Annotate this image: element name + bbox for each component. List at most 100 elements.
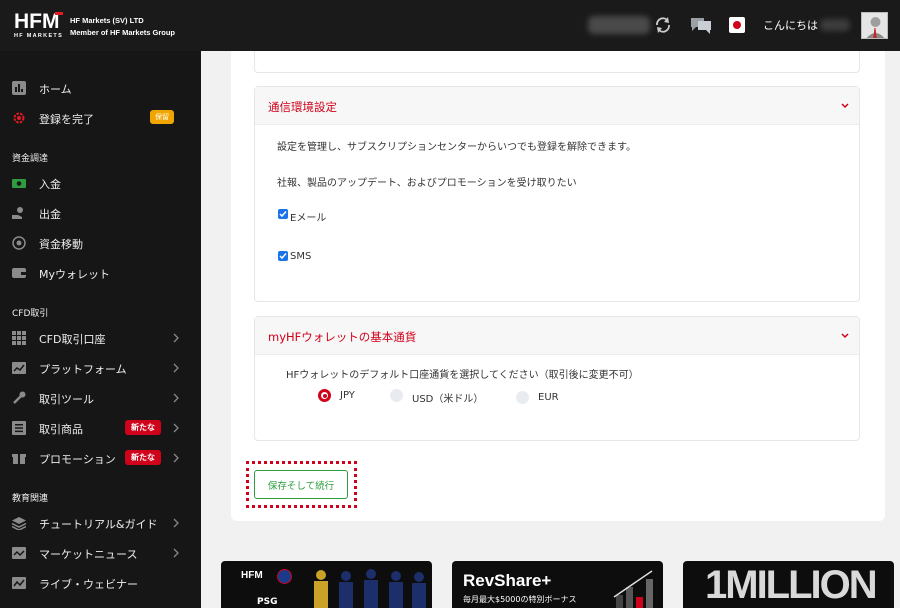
greeting-text: こんにちは bbox=[763, 19, 818, 32]
panel-title: 通信環境設定 bbox=[268, 100, 337, 114]
chevron-right-icon bbox=[173, 393, 179, 403]
logo-mark: HFM bbox=[14, 10, 60, 33]
sidebar-item-promotions[interactable]: プロモーション 新たな bbox=[0, 444, 201, 472]
chevron-right-icon bbox=[173, 363, 179, 373]
radio-label-jpy[interactable]: JPY bbox=[340, 390, 355, 401]
top-bar: HFM HF MARKETS HF Markets (SV) LTD Membe… bbox=[0, 0, 900, 51]
company-name: HF Markets (SV) LTD bbox=[70, 16, 144, 25]
section-title-funding: 資金調達 bbox=[12, 154, 49, 164]
promo-banner-million[interactable]: 1MILLION bbox=[683, 561, 894, 608]
sidebar-item-my-wallet[interactable]: Myウォレット bbox=[0, 259, 201, 287]
chevron-right-icon bbox=[173, 453, 179, 463]
sidebar: ホーム 登録を完了 保留 資金調達 入金 出金 資金移動 Myウォレット CFD… bbox=[0, 51, 201, 608]
transfer-icon bbox=[12, 236, 26, 250]
sidebar-item-label: ホーム bbox=[39, 83, 72, 96]
sidebar-item-home[interactable]: ホーム bbox=[0, 74, 201, 102]
sidebar-item-tutorials[interactable]: チュートリアル&ガイド bbox=[0, 509, 201, 537]
sidebar-item-label: 取引商品 bbox=[39, 423, 83, 436]
sidebar-item-deposit[interactable]: 入金 bbox=[0, 169, 201, 197]
chart-line-icon bbox=[12, 362, 26, 374]
chat-icon[interactable] bbox=[689, 15, 713, 35]
section-title-education: 教育関連 bbox=[12, 494, 49, 504]
sidebar-item-label: 出金 bbox=[39, 208, 61, 221]
avatar[interactable] bbox=[861, 12, 888, 39]
banner-text: PSG bbox=[257, 597, 278, 607]
status-badge: 保留 bbox=[150, 110, 174, 124]
bar-chart-icon bbox=[12, 81, 26, 95]
radio-jpy[interactable] bbox=[318, 389, 331, 402]
sidebar-item-label: チュートリアル&ガイド bbox=[39, 518, 158, 531]
account-number-blurred bbox=[588, 16, 650, 34]
hfm-logo[interactable]: HFM HF MARKETS bbox=[14, 10, 64, 39]
communication-preferences-panel: 通信環境設定 bbox=[254, 86, 860, 302]
grid-icon bbox=[12, 331, 26, 345]
psg-crest-icon bbox=[277, 569, 292, 584]
sidebar-item-label: 入金 bbox=[39, 178, 61, 191]
sidebar-item-trading-tools[interactable]: 取引ツール bbox=[0, 384, 201, 412]
layers-icon bbox=[12, 517, 26, 530]
check-icon bbox=[279, 253, 287, 260]
logo-sub: HF MARKETS bbox=[14, 33, 64, 39]
sidebar-item-webinar[interactable]: ライブ・ウェビナー bbox=[0, 569, 201, 597]
sms-label[interactable]: SMS bbox=[290, 251, 311, 262]
banner-brand: HFM bbox=[241, 570, 263, 581]
sidebar-item-products[interactable]: 取引商品 新たな bbox=[0, 414, 201, 442]
gear-icon bbox=[13, 112, 25, 124]
japan-flag-icon[interactable] bbox=[729, 17, 745, 33]
sidebar-item-complete-registration[interactable]: 登録を完了 保留 bbox=[0, 104, 201, 132]
gift-icon bbox=[12, 454, 26, 464]
sms-checkbox[interactable] bbox=[278, 251, 288, 261]
comms-question: 社報、製品のアップデート、およびプロモーションを受け取りたい bbox=[277, 178, 577, 189]
sidebar-item-withdrawal[interactable]: 出金 bbox=[0, 199, 201, 227]
email-checkbox[interactable] bbox=[278, 209, 288, 219]
promo-banner-psg[interactable]: HFM PSG bbox=[221, 561, 432, 608]
panel-header[interactable]: myHFウォレットの基本通貨 bbox=[255, 317, 859, 355]
wallet-description: HFウォレットのデフォルト口座通貨を選択してください（取引後に変更不可） bbox=[286, 370, 639, 381]
wallet-icon bbox=[12, 268, 26, 278]
chevron-right-icon bbox=[173, 548, 179, 558]
players-image bbox=[314, 569, 426, 608]
radio-eur[interactable] bbox=[516, 391, 529, 404]
chevron-right-icon bbox=[173, 518, 179, 528]
chevron-right-icon bbox=[173, 333, 179, 343]
save-continue-button[interactable]: 保存そして続行 bbox=[254, 470, 348, 499]
sidebar-item-label: プロモーション bbox=[39, 453, 116, 466]
chevron-down-icon[interactable] bbox=[840, 101, 850, 111]
sidebar-item-label: プラットフォーム bbox=[39, 363, 127, 376]
panel-header[interactable]: 通信環境設定 bbox=[255, 87, 859, 125]
refresh-icon[interactable] bbox=[654, 15, 672, 35]
news-chart-icon bbox=[12, 547, 26, 559]
radio-usd[interactable] bbox=[390, 389, 403, 402]
sidebar-item-market-news[interactable]: マーケットニュース bbox=[0, 539, 201, 567]
company-info: HF Markets (SV) LTD Member of HF Markets… bbox=[70, 15, 175, 39]
radio-label-usd[interactable]: USD（米ドル） bbox=[412, 390, 483, 405]
sidebar-item-label: Myウォレット bbox=[39, 268, 111, 281]
chevron-right-icon bbox=[173, 423, 179, 433]
email-label[interactable]: Eメール bbox=[290, 209, 326, 224]
logo-accent bbox=[55, 12, 64, 15]
sidebar-item-label: 取引ツール bbox=[39, 393, 94, 406]
sidebar-item-transfer[interactable]: 資金移動 bbox=[0, 229, 201, 257]
new-badge: 新たな bbox=[125, 450, 161, 465]
banner-text: 1MILLION bbox=[705, 563, 878, 607]
user-name-blurred bbox=[820, 19, 850, 31]
comms-description: 設定を管理し、サブスクリプションセンターからいつでも登録を解除できます。 bbox=[277, 142, 636, 153]
sidebar-item-label: 登録を完了 bbox=[39, 113, 94, 126]
radio-label-eur[interactable]: EUR bbox=[538, 392, 559, 403]
check-icon bbox=[279, 211, 287, 218]
new-badge: 新たな bbox=[125, 420, 161, 435]
webinar-icon bbox=[12, 577, 26, 589]
sidebar-item-label: マーケットニュース bbox=[39, 548, 138, 561]
company-group: Member of HF Markets Group bbox=[70, 28, 176, 37]
sidebar-item-platform[interactable]: プラットフォーム bbox=[0, 354, 201, 382]
sidebar-item-label: 資金移動 bbox=[39, 238, 83, 251]
sidebar-item-cfd-account[interactable]: CFD取引口座 bbox=[0, 324, 201, 352]
promo-banner-revshare[interactable]: RevShare+ 毎月最大$5000の特別ボーナス bbox=[452, 561, 663, 608]
hand-coin-icon bbox=[12, 207, 23, 219]
banner-subtitle: 毎月最大$5000の特別ボーナス bbox=[463, 595, 577, 604]
tools-icon bbox=[13, 391, 26, 404]
growth-chart-icon bbox=[613, 570, 653, 608]
chevron-down-icon[interactable] bbox=[840, 331, 850, 341]
sidebar-item-label: ライブ・ウェビナー bbox=[39, 578, 138, 591]
banner-title: RevShare+ bbox=[463, 571, 552, 590]
